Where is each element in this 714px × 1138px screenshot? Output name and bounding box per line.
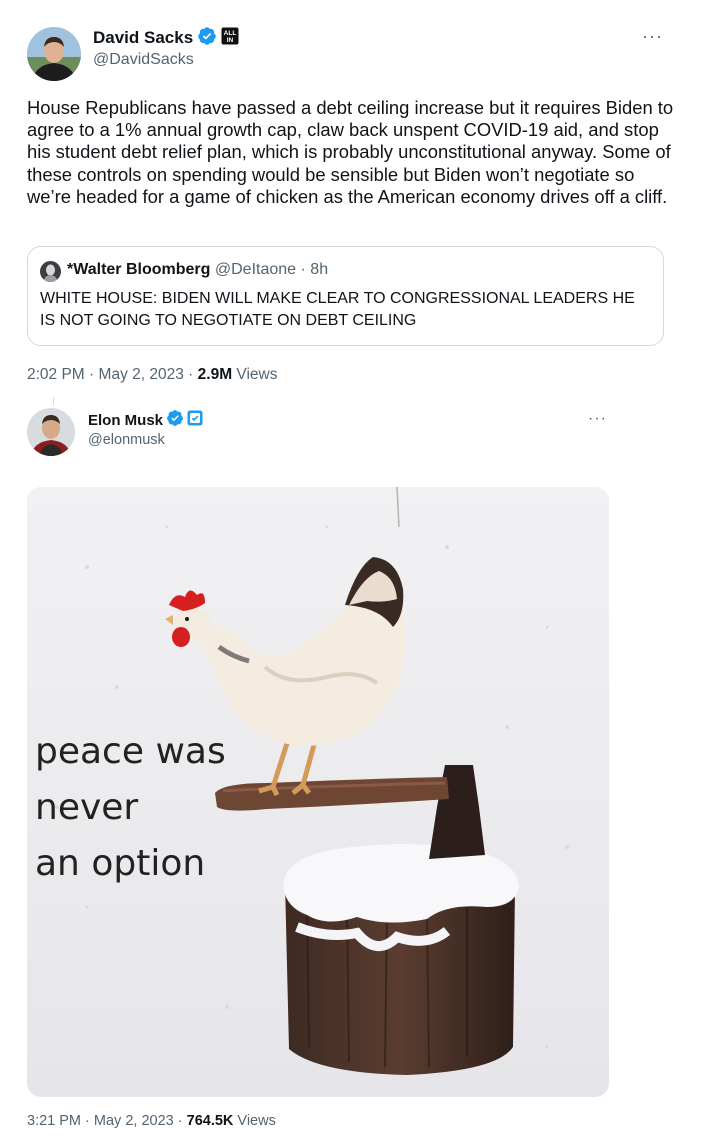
meme-caption-line-1: peace was (35, 731, 226, 772)
author-handle[interactable]: @DavidSacks (93, 51, 194, 69)
more-options-icon[interactable]: ··· (642, 26, 663, 47)
walter-bloomberg-avatar-image (40, 261, 61, 282)
quoted-author-handle: @DeItaone (214, 261, 297, 278)
meta-dot: · (85, 1113, 90, 1129)
meme-caption-line-3: an option (35, 843, 206, 884)
quoted-author-name: *Walter Bloomberg (67, 261, 211, 278)
author-row: Elon Musk (88, 409, 203, 432)
views-label: Views (236, 366, 278, 383)
author-name[interactable]: Elon Musk (88, 412, 163, 429)
x-affiliate-badge-icon[interactable] (187, 410, 203, 431)
tweet-time[interactable]: 3:21 PM (27, 1113, 81, 1129)
author-handle[interactable]: @elonmusk (88, 432, 165, 448)
tweet-metadata: 2:02 PM · May 2, 2023 · 2.9M Views (27, 366, 278, 384)
meta-dot: · (188, 366, 194, 383)
quoted-tweet[interactable]: *Walter Bloomberg @DeItaone · 8h WHITE H… (27, 246, 664, 346)
quoted-age: 8h (310, 261, 329, 278)
elon-musk-avatar-image (27, 408, 75, 456)
avatar-david-sacks[interactable] (27, 27, 81, 81)
meta-dot: · (89, 366, 95, 383)
views-label: Views (237, 1113, 276, 1129)
thread-connector (53, 397, 54, 405)
quoted-header: *Walter Bloomberg @DeItaone · 8h (67, 261, 328, 279)
verified-badge-icon (197, 26, 217, 51)
author-name[interactable]: David Sacks (93, 28, 193, 48)
author-row: David Sacks ALL IN (93, 26, 239, 51)
views-count: 764.5K (186, 1113, 234, 1129)
tweet-metadata: 3:21 PM · May 2, 2023 · 764.5K Views (27, 1113, 276, 1129)
all-in-badge-icon[interactable]: ALL IN (221, 27, 239, 50)
more-options-icon[interactable]: ··· (588, 410, 607, 428)
meme-caption-line-2: never (35, 787, 139, 828)
quoted-separator: · (300, 261, 306, 278)
views-count: 2.9M (197, 366, 233, 383)
svg-text:IN: IN (227, 37, 234, 44)
meta-dot: · (177, 1113, 183, 1129)
tweet-media-image[interactable]: peace was never an option (27, 487, 609, 1097)
david-sacks-avatar-image (27, 27, 81, 81)
quoted-text: WHITE HOUSE: BIDEN WILL MAKE CLEAR TO CO… (40, 290, 635, 329)
verified-badge-icon (166, 409, 184, 432)
svg-text:ALL: ALL (224, 30, 237, 37)
tweet-time[interactable]: 2:02 PM (27, 366, 85, 383)
avatar-elon-musk[interactable] (27, 408, 75, 456)
tweet-date[interactable]: May 2, 2023 (94, 1113, 174, 1129)
tweet-date[interactable]: May 2, 2023 (99, 366, 184, 383)
quoted-avatar (40, 261, 61, 282)
tweet-text: House Republicans have passed a debt cei… (27, 97, 674, 207)
